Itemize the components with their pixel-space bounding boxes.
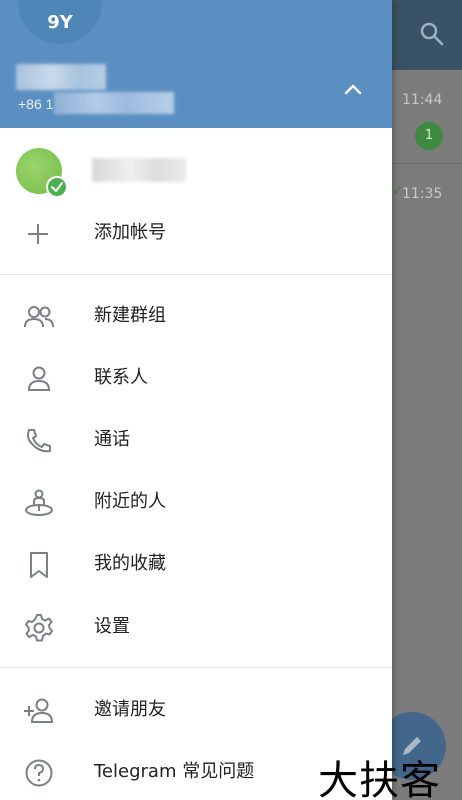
checkmark-icon: [46, 176, 68, 198]
account-name-redacted: [92, 158, 186, 182]
watermark: 大扶客: [318, 758, 441, 800]
menu-item-calls[interactable]: 通话: [0, 410, 392, 470]
settings-icon: [22, 613, 56, 643]
plus-icon: [22, 219, 56, 249]
chat-time: 11:35: [402, 186, 443, 202]
drawer-header: 9Y +86 1: [0, 0, 392, 128]
add-account-label: 添加帐号: [94, 222, 166, 243]
people-nearby-icon: [22, 488, 56, 518]
profile-name-redacted: [16, 64, 106, 90]
avatar-initials: 9Y: [47, 12, 73, 33]
chat-time: 11:44: [402, 92, 443, 108]
menu-item-label: 通话: [94, 429, 130, 450]
menu-item-people-nearby[interactable]: 附近的人: [0, 472, 392, 532]
account-row[interactable]: [0, 128, 392, 212]
menu-item-invite-friends[interactable]: 邀请朋友: [0, 680, 392, 740]
menu-item-label: 邀请朋友: [94, 699, 166, 720]
invite-friends-icon: [22, 696, 56, 726]
menu-item-label: 新建群组: [94, 305, 166, 326]
saved-messages-icon: [22, 550, 56, 580]
unread-badge: 1: [415, 122, 443, 150]
chevron-up-icon[interactable]: [342, 78, 364, 100]
menu-item-label: 我的收藏: [94, 553, 166, 574]
menu-item-contacts[interactable]: 联系人: [0, 348, 392, 408]
divider: [0, 274, 392, 275]
profile-avatar[interactable]: 9Y: [18, 0, 102, 44]
calls-icon: [22, 426, 56, 456]
menu-item-new-group[interactable]: 新建群组: [0, 286, 392, 346]
menu-item-saved-messages[interactable]: 我的收藏: [0, 534, 392, 594]
faq-icon: [22, 758, 56, 788]
add-account-button[interactable]: 添加帐号: [0, 203, 392, 263]
new-group-icon: [22, 302, 56, 332]
profile-phone-redacted: [54, 92, 174, 114]
menu-item-label: 附近的人: [94, 491, 166, 512]
chat-divider: [392, 163, 462, 164]
divider: [0, 667, 392, 668]
menu-item-label: Telegram 常见问题: [94, 761, 255, 782]
navigation-drawer: 9Y +86 1 添加帐号 新建群组 联系人 通话 附近的人 我的收藏 设置 邀…: [0, 0, 392, 800]
contacts-icon: [22, 364, 56, 394]
search-icon[interactable]: [418, 20, 446, 48]
profile-phone: +86 1: [18, 96, 54, 112]
menu-item-settings[interactable]: 设置: [0, 597, 392, 657]
menu-item-label: 联系人: [94, 367, 148, 388]
menu-item-label: 设置: [94, 616, 130, 637]
